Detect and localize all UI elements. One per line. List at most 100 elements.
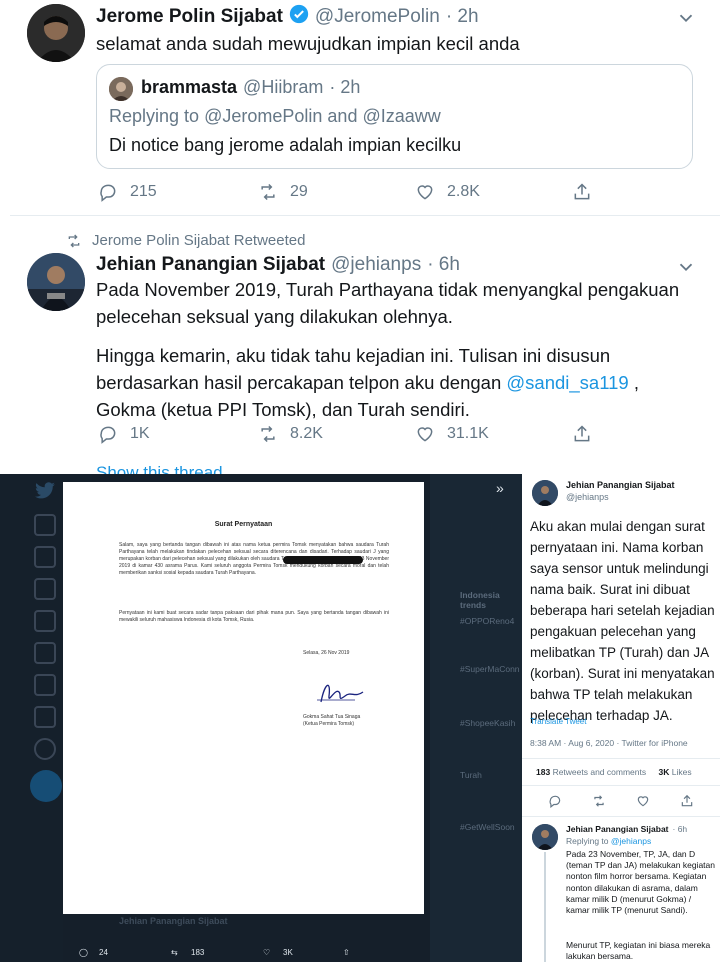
signature-icon (317, 684, 364, 703)
reply-icon: ◯ (79, 948, 88, 957)
share-button[interactable] (572, 424, 592, 444)
share-icon (574, 183, 590, 200)
bookmark-icon (34, 642, 56, 664)
quoted-tweet-card[interactable]: brammasta @Hiibram · 2h Replying to @Jer… (96, 64, 693, 169)
letter-paragraph: Pernyataan ini kami buat secara sadar ta… (119, 610, 389, 623)
avatar-brammasta (109, 77, 133, 101)
retweet-count: 29 (290, 183, 308, 200)
retweet-button[interactable]: 8.2K (258, 424, 415, 444)
replying-to-mention: @JeromePolin (204, 106, 323, 126)
like-count: 3K (283, 948, 293, 957)
expand-icon: » (496, 480, 504, 496)
tweet-detail-panel: Jehian Panangian Sijabat @jehianps Aku a… (522, 474, 720, 962)
chevron-down-icon[interactable] (675, 7, 697, 29)
reply-text: Menurut TP, kegiatan ini biasa mereka la… (566, 940, 711, 962)
panel-author-handle[interactable]: @jehianps (566, 492, 609, 502)
signer-role: (Ketua Permira Tomsk) (303, 721, 355, 727)
replying-to-mention: @Izaaww (362, 106, 441, 126)
author-handle[interactable]: @JeromePolin (315, 6, 440, 28)
tweet-thread: Jerome Polin Sijabat @JeromePolin · 2h s… (0, 0, 720, 474)
panel-tweet-text: Aku akan mulai dengan surat pernyataan i… (530, 519, 715, 723)
retweet-stat-label[interactable]: Retweets and comments (553, 767, 647, 777)
share-icon (574, 425, 590, 442)
author-name[interactable]: Jehian Panangian Sijabat (96, 254, 325, 276)
author-handle[interactable]: @jehianps (331, 254, 421, 276)
tweet-actions: 1K 8.2K 31.1K (98, 424, 598, 444)
retweet-button[interactable]: 29 (258, 182, 415, 202)
reply-time[interactable]: · 6h (673, 824, 688, 834)
replying-to-label: Replying to (566, 836, 609, 846)
like-button[interactable]: 2.8K (415, 182, 572, 202)
reply-author-name[interactable]: Jehian Panangian Sijabat (566, 824, 669, 834)
translate-link[interactable]: Translate Tweet (530, 717, 586, 726)
replying-to-label: Replying to (109, 106, 200, 126)
trend-item: #OPPOReno4 (460, 616, 515, 626)
avatar-jehian[interactable] (532, 824, 558, 850)
verified-badge-icon (289, 4, 309, 29)
replying-to-mention[interactable]: @jehianps (611, 836, 651, 846)
quote-time: · 2h (329, 77, 361, 97)
panel-actions (548, 794, 694, 808)
retweet-stat-count[interactable]: 183 (536, 767, 550, 777)
avatar-jehian[interactable] (27, 253, 85, 311)
author-name[interactable]: Jerome Polin Sijabat (96, 6, 283, 28)
reply-text: Pada 23 November, TP, JA, dan D (teman T… (566, 849, 715, 916)
quote-author-name: brammasta (141, 77, 238, 97)
reply-button[interactable]: 1K (98, 424, 258, 444)
heart-icon[interactable] (636, 794, 650, 808)
retweet-icon[interactable] (592, 794, 606, 808)
trend-item: #ShopeeKasih (460, 718, 516, 728)
letter-document: Surat Pernyataan Salam, saya yang bertan… (63, 482, 424, 914)
divider (522, 785, 720, 786)
share-icon[interactable] (680, 794, 694, 808)
reply-replying-line: Replying to @jehianps (566, 836, 651, 846)
dimmed-trends-sidebar: » Indonesia trends #OPPOReno4 #SuperMaCo… (430, 474, 522, 962)
show-thread-link[interactable]: Show this thread (96, 464, 223, 474)
thread-line (544, 852, 546, 962)
retweeted-by-label[interactable]: Jerome Polin Sijabat Retweeted (92, 232, 305, 249)
quote-replying-line: Replying to @JeromePolin and @Izaaww (109, 106, 441, 127)
chevron-down-icon[interactable] (675, 256, 697, 278)
like-button[interactable]: 31.1K (415, 424, 572, 444)
compose-button (30, 770, 62, 802)
home-icon (34, 514, 56, 536)
bell-icon (34, 578, 56, 600)
avatar-jerome[interactable] (27, 4, 85, 62)
hashtag-icon (34, 546, 56, 568)
letter-date: Selasa, 26 Nov 2019 (303, 650, 350, 656)
retweet-count: 183 (191, 948, 205, 957)
retweet-context: Jerome Polin Sijabat Retweeted (66, 232, 305, 249)
redaction-bar (283, 556, 363, 564)
like-stat-count[interactable]: 3K (658, 767, 669, 777)
divider (10, 215, 720, 216)
trend-item: #SuperMaConn (460, 664, 520, 674)
letter-title: Surat Pernyataan (214, 521, 273, 528)
dimmed-tweet-bar: Jehian Panangian Sijabat ◯ 24 ⇆ 183 ♡ 3K… (63, 914, 424, 962)
tweet-time[interactable]: · 2h (446, 6, 479, 28)
replying-and: and (327, 106, 358, 126)
more-icon (34, 738, 56, 760)
like-stat-label[interactable]: Likes (672, 767, 692, 777)
reply-count: 215 (130, 183, 157, 200)
share-icon: ⇧ (343, 948, 350, 957)
panel-author-name[interactable]: Jehian Panangian Sijabat (566, 480, 675, 490)
engagement-stats: 183 Retweets and comments 3K Likes (536, 767, 692, 777)
share-button[interactable] (572, 182, 592, 202)
like-count: 2.8K (447, 183, 480, 200)
tweet-time[interactable]: · 6h (427, 254, 460, 276)
trend-item: Indonesia trends (460, 590, 500, 610)
reply-button[interactable]: 215 (98, 182, 258, 202)
profile-icon (34, 706, 56, 728)
retweet-icon (261, 425, 275, 443)
heart-icon (417, 185, 433, 200)
mention-link[interactable]: @sandi_sa119 (506, 372, 628, 393)
quote-text: Di notice bang jerome adalah impian keci… (109, 135, 462, 155)
like-count: 31.1K (447, 425, 489, 442)
divider (522, 758, 720, 759)
tweet-text: selamat anda sudah mewujudkan impian kec… (96, 33, 520, 54)
reply-icon[interactable] (548, 794, 562, 808)
avatar-jehian[interactable] (532, 480, 558, 506)
trend-item: Turah (460, 770, 482, 780)
quote-author-handle: @Hiibram (243, 77, 324, 97)
reply-icon (100, 184, 116, 202)
